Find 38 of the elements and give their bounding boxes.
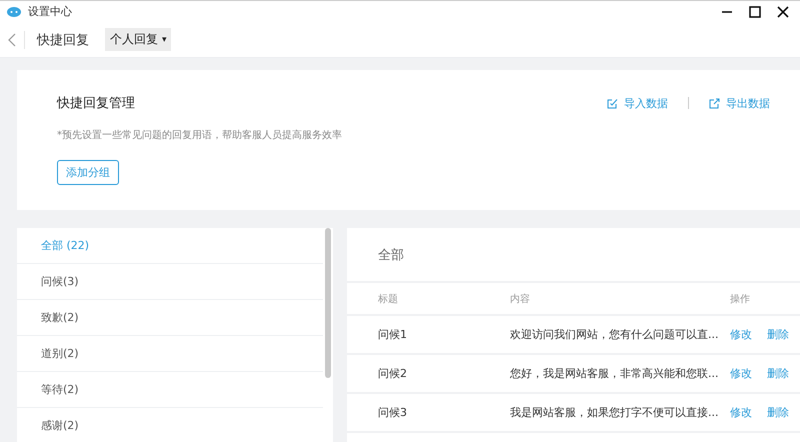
window-title: 设置中心	[28, 4, 73, 19]
column-header: 标题	[378, 292, 399, 306]
table-cell-text: 我是网站客服，如果您打字不便可以直接...	[510, 405, 720, 420]
edit-link[interactable]: 修改	[730, 327, 767, 342]
column-header: 内容	[510, 292, 531, 306]
table-cell-text: 问候1	[378, 327, 408, 342]
group-item[interactable]: 问候(3)	[17, 264, 323, 300]
back-button[interactable]	[8, 30, 25, 48]
delete-link[interactable]: 删除	[767, 366, 800, 381]
maximize-icon	[749, 6, 761, 18]
scrollbar-thumb[interactable]	[325, 228, 331, 378]
reply-type-dropdown[interactable]: 个人回复 ▾	[105, 28, 171, 51]
table-cell-text: 您好，我是网站客服，非常高兴能和您联...	[510, 366, 720, 381]
close-icon	[777, 6, 789, 18]
group-item[interactable]: 等待(2)	[17, 372, 323, 408]
table-title: 全部	[347, 228, 800, 283]
external-link-icon	[709, 98, 720, 108]
back-icon	[8, 32, 16, 46]
add-group-button[interactable]: 添加分组	[57, 160, 119, 185]
edit-link[interactable]: 修改	[730, 405, 767, 420]
export-link[interactable]: 导出数据	[709, 96, 770, 110]
table-cell-text: 欢迎访问我们网站，您有什么问题可以直...	[510, 327, 720, 342]
column-header: 操作	[730, 292, 751, 306]
delete-link[interactable]: 删除	[767, 405, 800, 420]
group-item[interactable]: 致歉(2)	[17, 300, 323, 336]
group-item[interactable]: 全部 (22)	[17, 228, 323, 264]
group-item[interactable]: 道别(2)	[17, 336, 323, 372]
import-link[interactable]: 导入数据	[607, 96, 668, 110]
page-title: 快捷回复	[37, 32, 89, 48]
group-item[interactable]: 感谢(2)	[17, 408, 323, 442]
card-title: 快捷回复管理	[57, 95, 136, 112]
checkbox-edit-icon	[607, 98, 618, 108]
description-text: *预先设置一些常见问题的回复用语，帮助客服人员提高服务效率	[57, 128, 343, 142]
logo-icon	[6, 6, 22, 18]
delete-link[interactable]: 删除	[767, 327, 800, 342]
edit-link[interactable]: 修改	[730, 366, 767, 381]
table-cell-text: 问候3	[378, 405, 408, 420]
table-cell-text: 问候2	[378, 366, 408, 381]
